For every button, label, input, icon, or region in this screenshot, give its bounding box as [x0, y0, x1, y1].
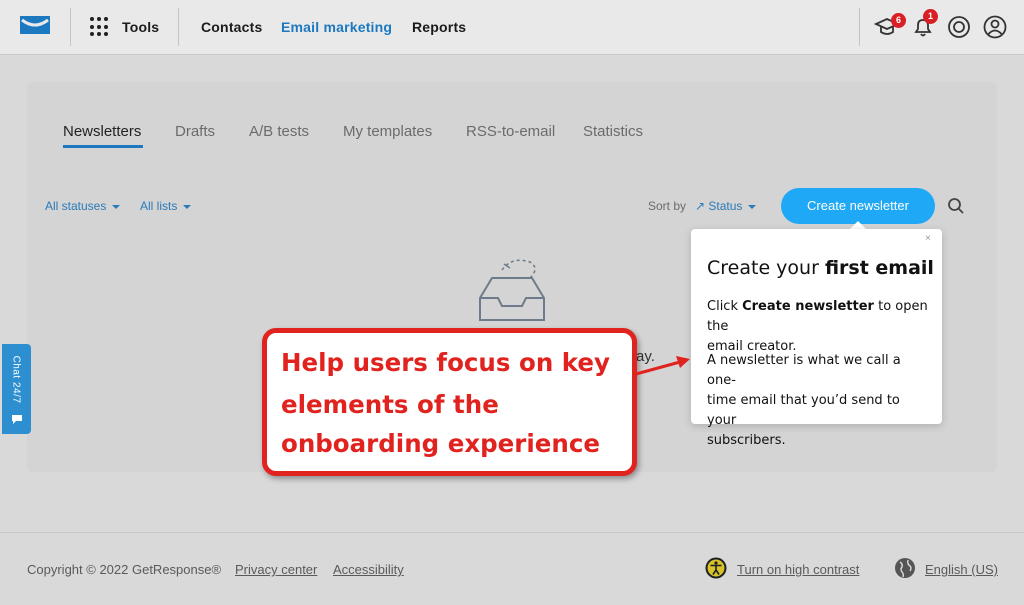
callout-line-2: elements of the	[281, 390, 499, 419]
tab-rss-to-email[interactable]: RSS-to-email	[466, 123, 555, 140]
popover-paragraph-2: A newsletter is what we call a one- time…	[707, 351, 932, 451]
popover-paragraph-1: Click Create newsletter to open the emai…	[707, 297, 932, 357]
footer-divider	[0, 532, 1024, 533]
inbox-tray-icon	[479, 259, 545, 321]
nav-email-marketing[interactable]: Email marketing	[281, 19, 392, 35]
chevron-down-icon	[183, 204, 192, 209]
nav-divider	[178, 8, 179, 46]
high-contrast-link[interactable]: Turn on high contrast	[737, 562, 859, 577]
accessibility-icon	[705, 557, 727, 579]
tab-my-templates[interactable]: My templates	[343, 123, 432, 140]
academy-badge: 6	[891, 13, 906, 28]
popover-p1-bold: Create newsletter	[742, 299, 874, 314]
popover-p2-line1: A newsletter is what we call a one-	[707, 353, 901, 388]
globe-icon	[895, 558, 915, 578]
popover-title: Create your first email	[707, 257, 934, 279]
chat-bubble-icon	[12, 415, 22, 424]
copyright-text: Copyright © 2022 GetResponse®	[27, 562, 222, 577]
create-newsletter-button[interactable]: Create newsletter	[781, 188, 935, 224]
nav-divider	[859, 8, 860, 46]
accessibility-link[interactable]: Accessibility	[333, 562, 404, 577]
lifebuoy-icon[interactable]	[946, 14, 972, 40]
sort-label: Sort by	[648, 199, 687, 213]
tab-drafts[interactable]: Drafts	[175, 123, 215, 140]
close-icon[interactable]: ×	[925, 233, 931, 244]
search-icon[interactable]	[947, 197, 965, 215]
user-icon[interactable]	[982, 14, 1008, 40]
callout-line-1: Help users focus on key	[281, 348, 611, 377]
tab-ab-tests[interactable]: A/B tests	[249, 123, 309, 140]
status-filter-dropdown[interactable]: All statuses	[45, 199, 121, 213]
popover-title-bold: first email	[824, 257, 934, 279]
popover-p2-line3: subscribers.	[707, 433, 786, 448]
tools-menu[interactable]: Tools	[122, 19, 159, 35]
popover-title-plain: Create your	[707, 257, 825, 279]
chat-side-tab[interactable]: Chat 24/7	[2, 344, 31, 434]
active-tab-indicator	[63, 145, 143, 148]
language-selector[interactable]: English (US)	[925, 562, 998, 577]
callout-arrow-icon	[635, 356, 690, 376]
logo-envelope-icon[interactable]	[18, 14, 52, 38]
tools-grid-icon[interactable]	[90, 17, 110, 37]
tab-statistics[interactable]: Statistics	[583, 123, 643, 140]
list-filter-label: All lists	[140, 199, 178, 213]
sort-direction-icon: ↗	[695, 199, 709, 213]
sort-value: Status	[708, 199, 743, 213]
nav-reports[interactable]: Reports	[412, 19, 466, 35]
tab-newsletters[interactable]: Newsletters	[63, 123, 141, 140]
popover-p1-prefix: Click	[707, 299, 743, 314]
popover-p2-line2: time email that you’d send to your	[707, 393, 900, 428]
list-filter-dropdown[interactable]: All lists	[140, 199, 192, 213]
nav-divider	[70, 8, 71, 46]
callout-line-3: onboarding experience	[281, 429, 600, 458]
chevron-down-icon	[748, 204, 757, 209]
chat-tab-label: Chat 24/7	[10, 355, 22, 404]
top-navigation-bar: Tools Contacts Email marketing Reports 6…	[0, 0, 1024, 55]
privacy-center-link[interactable]: Privacy center	[235, 562, 317, 577]
status-filter-label: All statuses	[45, 199, 107, 213]
notifications-badge: 1	[923, 9, 938, 24]
sort-dropdown[interactable]: ↗ Status	[695, 199, 757, 213]
chevron-down-icon	[112, 204, 121, 209]
nav-contacts[interactable]: Contacts	[201, 19, 263, 35]
